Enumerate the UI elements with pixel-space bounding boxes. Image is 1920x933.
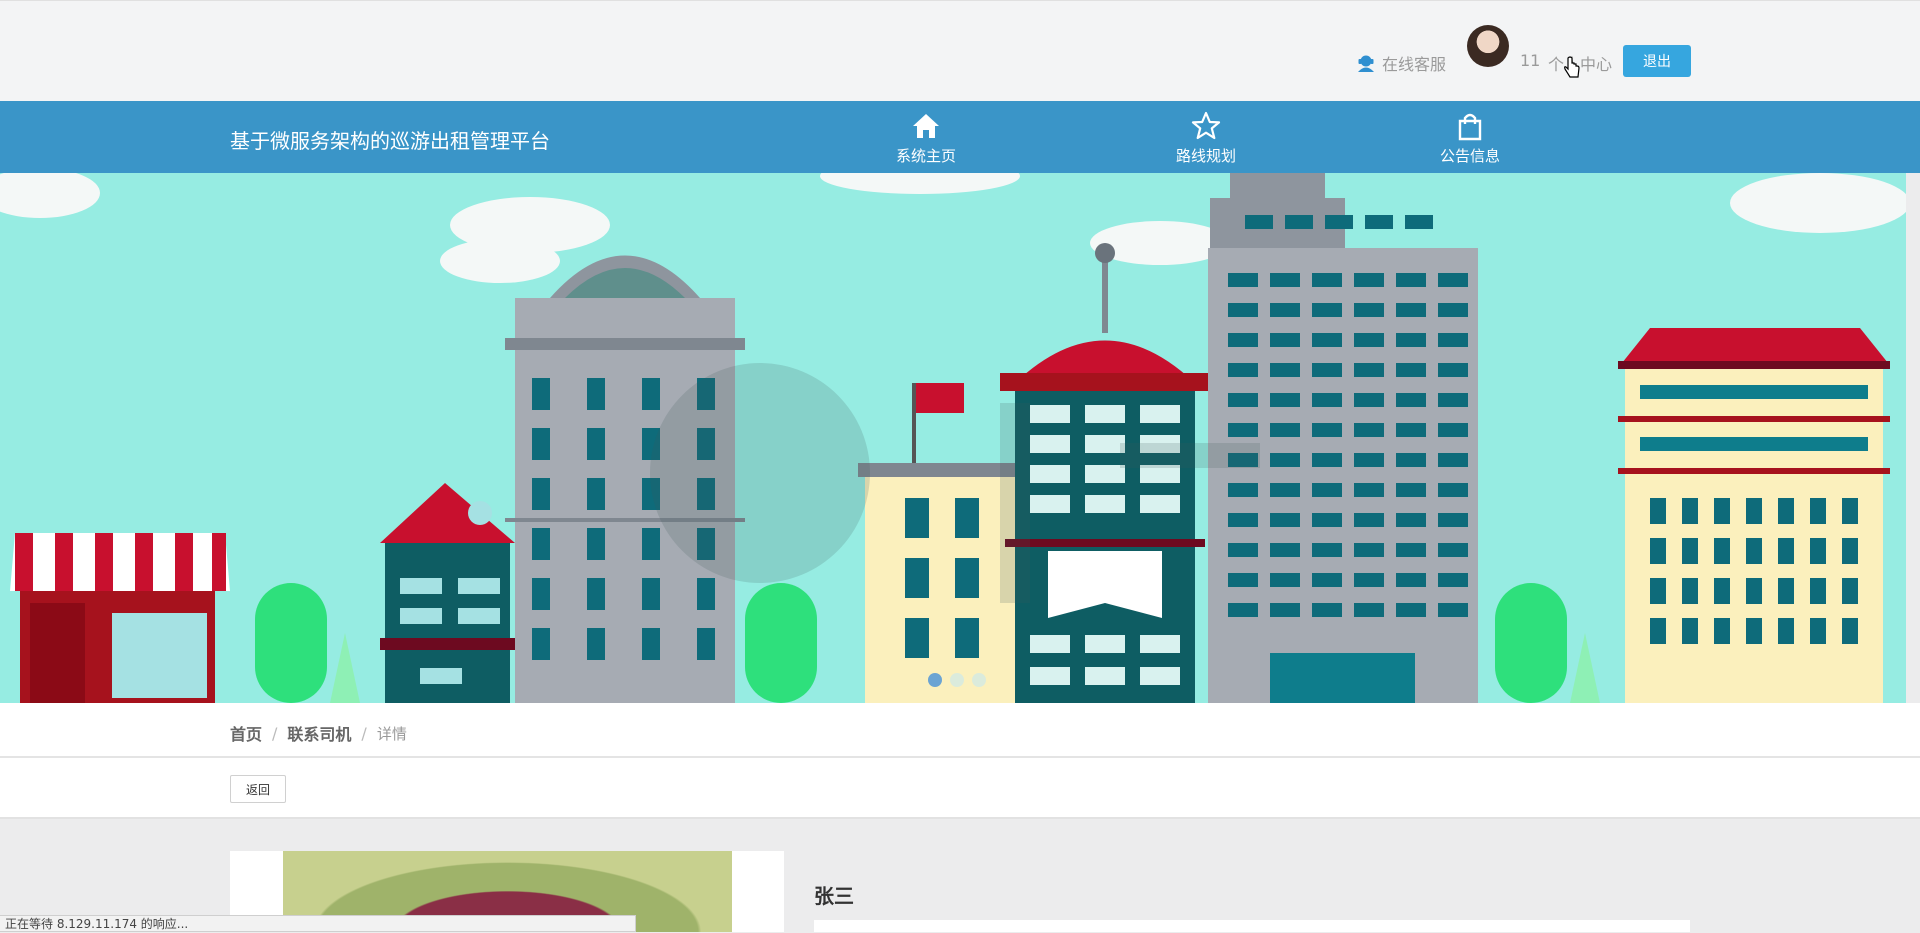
carousel-dot[interactable] [972, 673, 986, 687]
user-avatar[interactable] [1467, 25, 1509, 67]
online-service-label: 在线客服 [1382, 55, 1447, 74]
nav-item-label: 系统主页 [895, 147, 956, 165]
browser-status-bar: 正在等待 8.129.11.174 的响应... [0, 915, 636, 932]
site-title: 基于微服务架构的巡游出租管理平台 [230, 129, 550, 153]
breadcrumb-current: 详情 [376, 724, 407, 743]
shopping-bag-icon [1458, 113, 1482, 141]
top-utility-bar: 在线客服 11 个人中心 退出 [0, 0, 1920, 101]
shop-building [10, 533, 230, 703]
carousel-dot-active[interactable] [928, 673, 942, 687]
nav-item-home[interactable]: 系统主页 [856, 111, 996, 166]
star-icon [1191, 111, 1221, 140]
online-service-link[interactable]: 在线客服 [1356, 51, 1446, 75]
driver-name: 张三 [814, 884, 854, 908]
breadcrumb-home[interactable]: 首页 [230, 721, 262, 745]
breadcrumb-contact-driver[interactable]: 联系司机 [287, 721, 351, 745]
red-dome-building [1000, 243, 1210, 703]
carousel-indicators [928, 673, 986, 687]
breadcrumb-bar: 首页 / 联系司机 / 详情 [0, 703, 1920, 758]
carousel-dot[interactable] [950, 673, 964, 687]
breadcrumb: 首页 / 联系司机 / 详情 [230, 721, 407, 745]
breadcrumb-separator: / [361, 723, 367, 743]
banner-carousel[interactable] [0, 173, 1906, 703]
driver-info-panel [814, 920, 1690, 932]
city-illustration [0, 173, 1906, 703]
action-bar: 返回 [0, 758, 1920, 819]
nav-item-label: 公告信息 [1439, 147, 1500, 165]
small-house [380, 483, 515, 703]
nav-item-announcements[interactable]: 公告信息 [1400, 111, 1540, 166]
nav-item-label: 路线规划 [1175, 147, 1236, 165]
flag-building [858, 383, 1023, 703]
nav-item-route-planning[interactable]: 路线规划 [1136, 111, 1276, 166]
home-icon [913, 114, 939, 138]
back-button[interactable]: 返回 [230, 775, 286, 803]
main-nav: 基于微服务架构的巡游出租管理平台 系统主页 路线规划 公告信息 [0, 101, 1920, 173]
right-tower [1618, 328, 1890, 703]
username: 11 [1520, 51, 1541, 70]
hand-cursor-icon [1564, 56, 1580, 78]
logout-button[interactable]: 退出 [1623, 45, 1691, 77]
customer-service-icon [1358, 55, 1374, 72]
skyscraper [1208, 173, 1478, 703]
breadcrumb-separator: / [272, 723, 278, 743]
